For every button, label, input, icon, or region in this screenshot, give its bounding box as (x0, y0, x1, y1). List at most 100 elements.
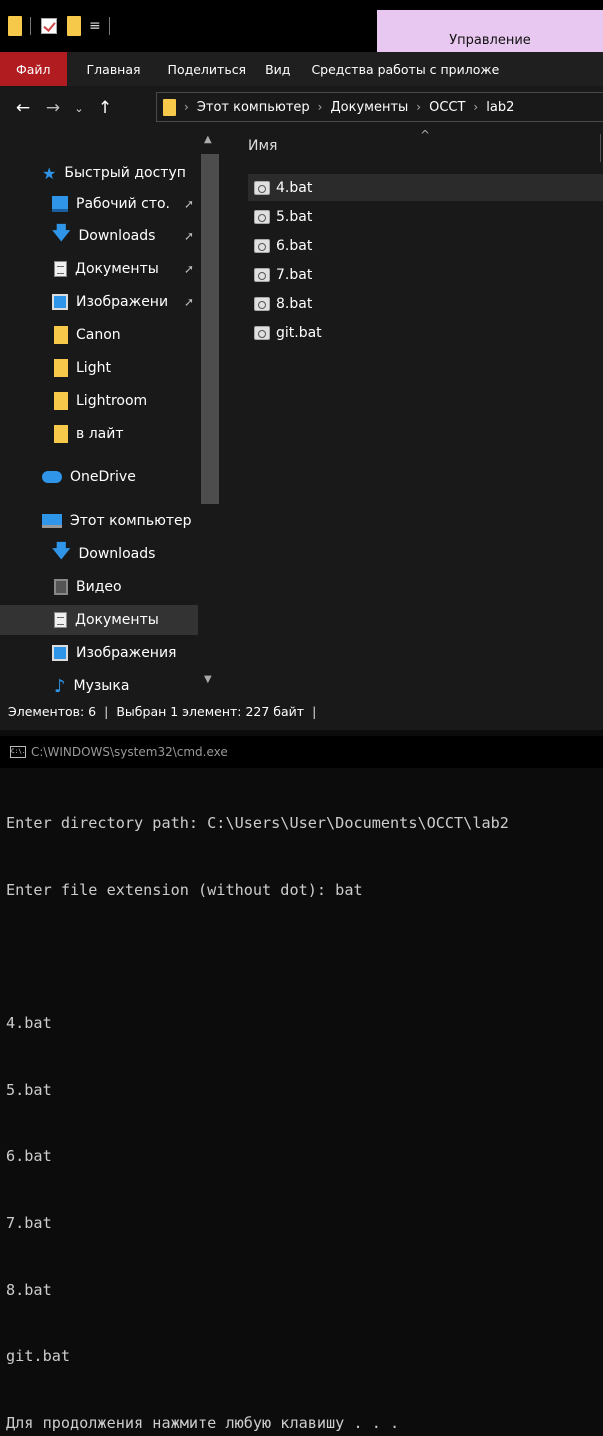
batch-file-icon (254, 325, 270, 340)
cmd-app-icon[interactable]: C:\. (10, 746, 26, 758)
pin-icon: ➚ (183, 197, 194, 211)
nav-item-label: Canon (76, 327, 121, 343)
nav-item-documents[interactable]: Документы (0, 605, 198, 635)
cmd-title-bar: C:\. C:\WINDOWS\system32\cmd.exe (0, 736, 603, 768)
file-name: 8.bat (276, 295, 313, 312)
console-line: git.bat (6, 1347, 71, 1366)
properties-check-icon[interactable] (41, 18, 57, 34)
nav-item-label: Downloads (78, 228, 156, 244)
nav-item-music[interactable]: ♪ Музыка (0, 671, 198, 694)
batch-file-icon (254, 238, 270, 253)
console-line: 4.bat (6, 1014, 52, 1033)
folder-icon (54, 359, 68, 377)
nav-item-desktop[interactable]: Рабочий сто. ➚ (0, 189, 198, 219)
quick-access-toolbar: ≡ (8, 14, 110, 38)
status-divider: | (312, 704, 317, 719)
scroll-up-icon[interactable]: ▲ (204, 134, 212, 145)
download-arrow-icon: 🡇 (52, 223, 71, 244)
navigation-bar: ← → ⌄ ↑ › Этот компьютер › Документы › O… (0, 88, 603, 128)
navigation-pane-scrollbar[interactable]: ▲ ▼ (198, 128, 222, 693)
nav-item-label: OneDrive (70, 469, 136, 485)
back-arrow-icon[interactable]: ← (8, 98, 38, 118)
manage-context-tab[interactable]: Управление (377, 10, 603, 52)
pin-icon: ➚ (183, 262, 194, 276)
file-row[interactable]: 7.bat (248, 261, 603, 288)
breadcrumb[interactable]: Этот компьютер (197, 100, 310, 115)
breadcrumb[interactable]: lab2 (486, 100, 514, 115)
pictures-icon (52, 645, 68, 661)
file-row[interactable]: 8.bat (248, 290, 603, 317)
nav-item-label: Рабочий сто. (76, 196, 171, 212)
file-name: git.bat (276, 324, 322, 341)
pictures-icon (52, 294, 68, 310)
batch-file-icon (254, 180, 270, 195)
sort-ascending-icon: ^ (420, 128, 431, 142)
console-line: Enter file extension (without dot): bat (6, 881, 363, 899)
video-icon (54, 579, 68, 595)
file-explorer-window: ≡ Управление Файл Главная Поделиться Вид… (0, 0, 603, 730)
folder-icon[interactable] (8, 16, 22, 36)
tab-home[interactable]: Главная (67, 52, 152, 86)
scroll-down-icon[interactable]: ▼ (204, 674, 212, 685)
tab-view[interactable]: Вид (257, 52, 301, 86)
console-output[interactable]: Enter directory path: C:\Users\User\Docu… (6, 768, 603, 1436)
nav-item-downloads-pinned[interactable]: 🡇 Downloads ➚ (0, 221, 198, 251)
ribbon-tabs: Файл Главная Поделиться Вид Средства раб… (0, 52, 603, 86)
nav-item-light[interactable]: Light (0, 353, 198, 383)
nav-item-this-pc[interactable]: Этот компьютер (0, 506, 198, 536)
console-line: 6.bat (6, 1147, 52, 1166)
nav-item-onedrive[interactable]: OneDrive (0, 462, 198, 492)
forward-arrow-icon[interactable]: → (38, 98, 68, 118)
download-arrow-icon: 🡇 (52, 541, 71, 562)
console-line: 8.bat (6, 1280, 52, 1299)
nav-item-downloads[interactable]: 🡇 Downloads (0, 539, 198, 569)
chevron-right-icon[interactable]: › (416, 100, 421, 114)
chevron-right-icon[interactable]: › (318, 100, 323, 114)
customize-toolbar-icon[interactable]: ≡ (89, 18, 101, 34)
nav-item-lightroom[interactable]: Lightroom (0, 386, 198, 416)
tab-file[interactable]: Файл (0, 52, 67, 86)
file-row[interactable]: 4.bat (248, 174, 603, 201)
breadcrumb[interactable]: OCCT (429, 100, 465, 115)
pin-icon: ➚ (183, 229, 194, 243)
tab-app-tools[interactable]: Средства работы с приложе (301, 52, 510, 86)
status-divider: | (104, 704, 109, 719)
selection-info: Выбран 1 элемент: 227 байт (116, 704, 305, 719)
nav-item-v-lait[interactable]: в лайт (0, 419, 198, 449)
address-bar[interactable]: › Этот компьютер › Документы › OCCT › la… (156, 92, 603, 122)
new-folder-icon[interactable] (67, 16, 81, 36)
file-list-pane: Имя ^ 4.bat 5.bat 6.bat 7.bat 8.bat git.… (224, 128, 603, 693)
recent-locations-chevron-icon[interactable]: ⌄ (68, 102, 90, 115)
command-prompt-window: C:\. C:\WINDOWS\system32\cmd.exe Enter d… (0, 730, 603, 1436)
nav-item-canon[interactable]: Canon (0, 320, 198, 350)
file-row[interactable]: 6.bat (248, 232, 603, 259)
folder-icon (54, 425, 68, 443)
batch-file-icon (254, 296, 270, 311)
status-bar: Элементов: 6 | Выбран 1 элемент: 227 бай… (0, 693, 603, 730)
column-divider[interactable] (600, 134, 601, 162)
chevron-right-icon[interactable]: › (184, 100, 189, 114)
nav-item-documents-pinned[interactable]: Документы ➚ (0, 254, 198, 284)
cmd-window-title: C:\WINDOWS\system32\cmd.exe (31, 745, 228, 759)
folder-icon (163, 98, 176, 116)
file-row[interactable]: git.bat (248, 319, 603, 346)
file-name: 4.bat (276, 179, 313, 196)
nav-item-pictures-pinned[interactable]: Изображени ➚ (0, 287, 198, 317)
column-header-name[interactable]: Имя (248, 138, 277, 154)
nav-item-quick-access[interactable]: ★ Быстрый доступ (0, 158, 198, 188)
nav-item-label: Документы (75, 612, 159, 628)
navigation-pane: ★ Быстрый доступ Рабочий сто. ➚ 🡇 Downlo… (0, 128, 222, 693)
batch-file-icon (254, 209, 270, 224)
file-name: 7.bat (276, 266, 313, 283)
chevron-right-icon[interactable]: › (473, 100, 478, 114)
breadcrumb[interactable]: Документы (330, 100, 408, 115)
nav-item-label: Изображени (76, 294, 169, 310)
file-row[interactable]: 5.bat (248, 203, 603, 230)
nav-item-pictures[interactable]: Изображения (0, 638, 198, 668)
up-arrow-icon[interactable]: ↑ (90, 98, 120, 118)
tab-share[interactable]: Поделиться (152, 52, 258, 86)
scrollbar-thumb[interactable] (201, 154, 219, 504)
nav-item-label: в лайт (76, 426, 124, 442)
nav-item-video[interactable]: Видео (0, 572, 198, 602)
